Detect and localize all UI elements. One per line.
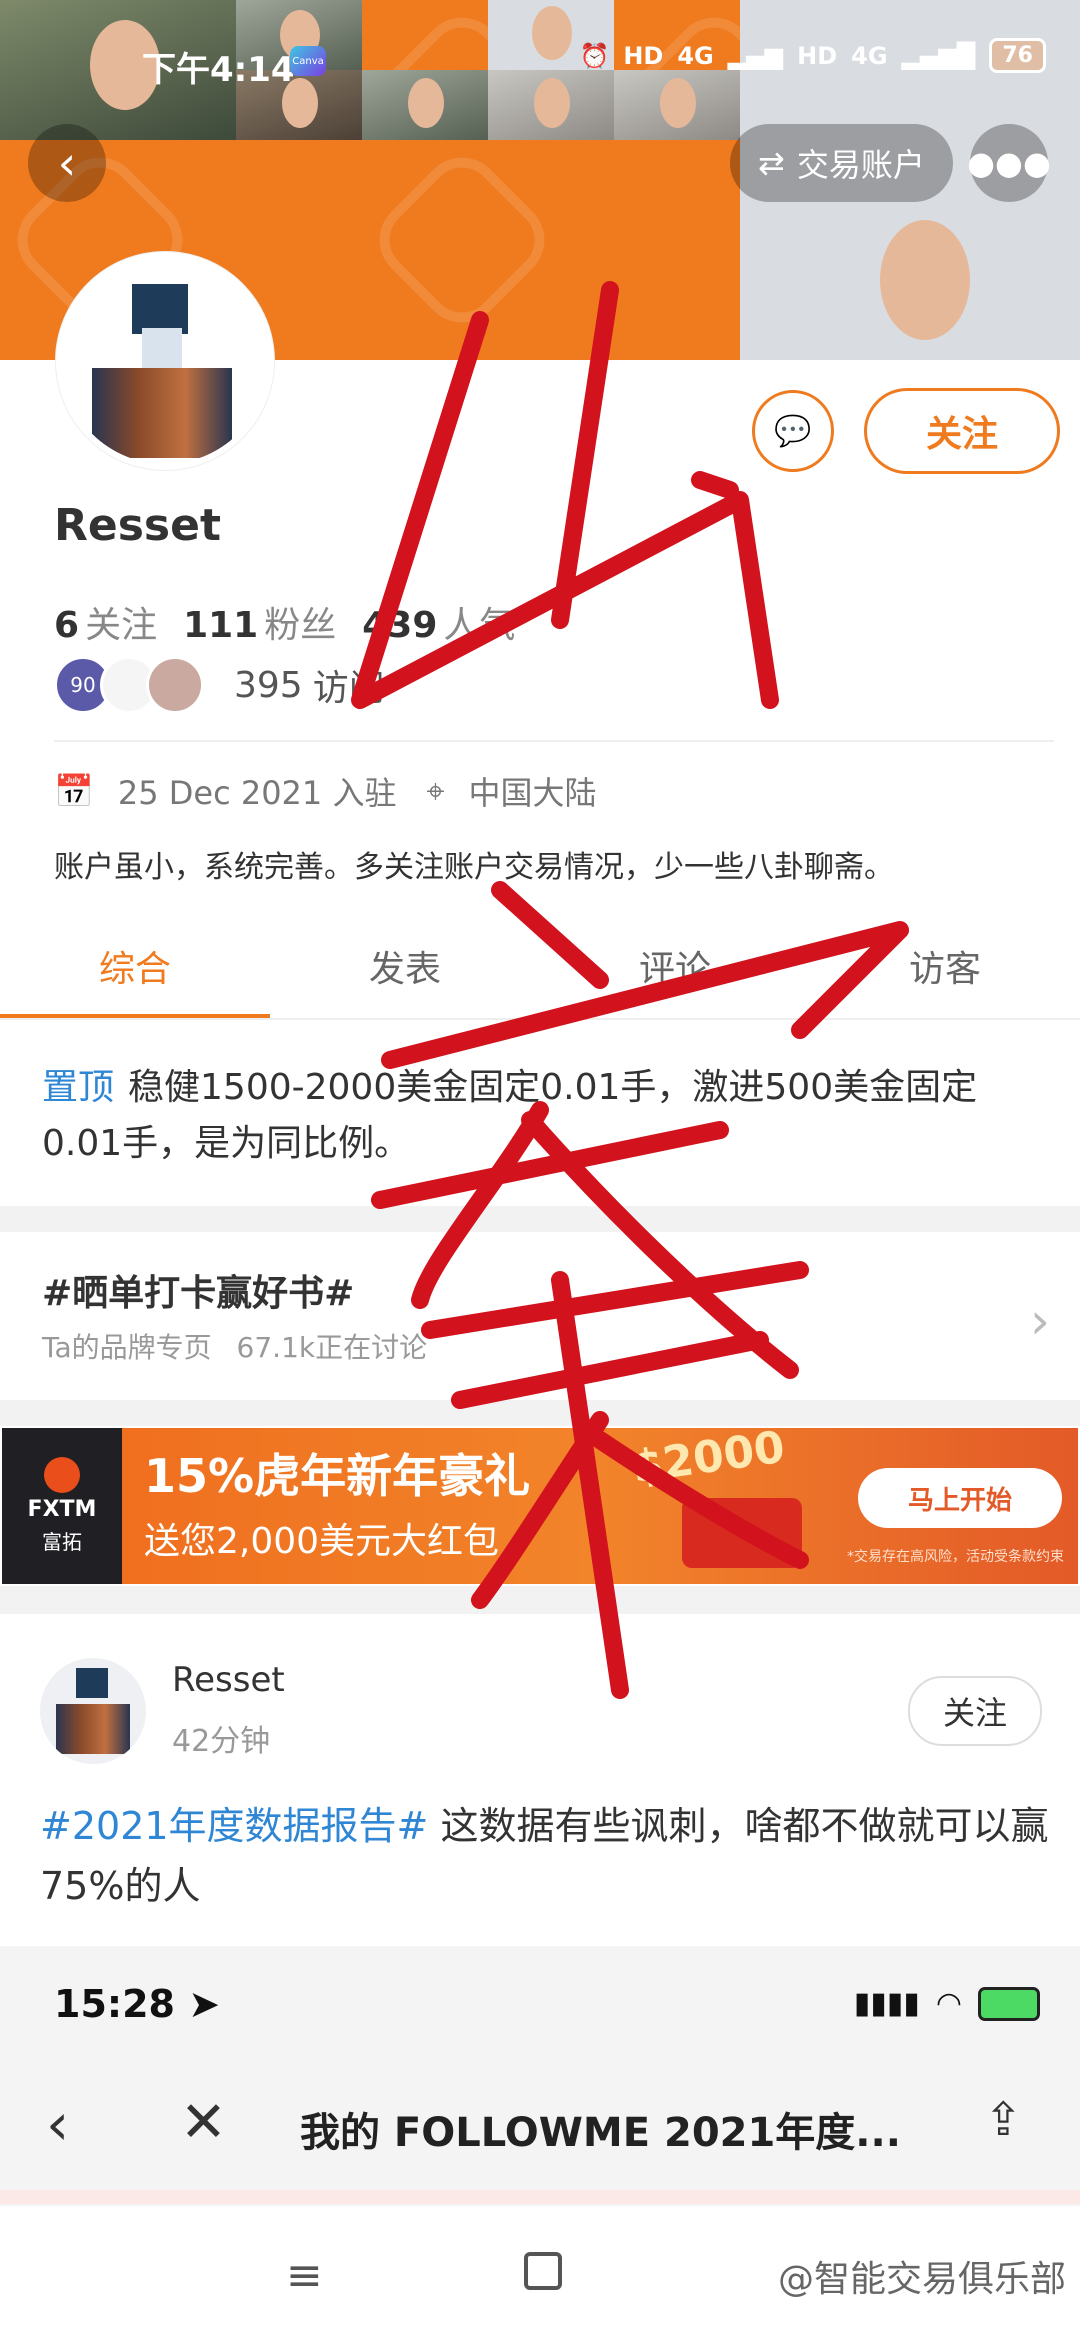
ad-subtitle: 送您2,000美元大红包 (144, 1521, 500, 1562)
home-square-icon[interactable] (524, 2252, 562, 2290)
menu-icon[interactable]: ≡ (286, 2250, 323, 2301)
battery-indicator: 76 (989, 38, 1046, 73)
more-button[interactable]: ●●● (967, 124, 1051, 202)
share-icon[interactable]: ⇪ (984, 2092, 1023, 2146)
ad-amount: $2000 (629, 1428, 788, 1494)
topic-subtitle: Ta的品牌专页 67.1k正在讨论 (42, 1326, 427, 1366)
fans-stat[interactable]: 111 粉丝 (183, 596, 336, 648)
network-label: 4G (677, 41, 714, 70)
back-chevron-icon[interactable]: ‹ (46, 2090, 69, 2158)
embedded-page-title: 我的 FOLLOWME 2021年度... (300, 2110, 901, 2156)
joined-date: 25 Dec 2021 入驻 (117, 774, 397, 812)
banner-photo (488, 70, 614, 140)
embedded-page-edge (0, 2190, 1080, 2204)
profile-bio: 账户虽小，系统完善。多关注账户交易情况，少一些八卦聊斋。 (54, 850, 894, 885)
location-text: 中国大陆 (468, 774, 597, 812)
scribble-stroke (691, 471, 739, 499)
profile-stats: 6 关注 111 粉丝 439 人气 (54, 596, 515, 648)
profile-name: Resset (54, 500, 221, 551)
battery-charging-icon (978, 1986, 1040, 2021)
chat-bubble-icon: 💬 (774, 413, 812, 449)
visits-count: 395 (234, 664, 303, 706)
post-content[interactable]: #2021年度数据报告# 这数据有些讽刺，啥都不做就可以赢75%的人 (40, 1796, 1050, 1916)
hd-badge-2: HD (797, 41, 838, 70)
banner-pattern (362, 140, 740, 360)
trade-account-label: 交易账户 (796, 146, 925, 184)
canva-app-icon: Canva (290, 46, 326, 76)
back-arrow-icon: ‹ (57, 136, 77, 190)
follow-button[interactable]: 关注 (864, 388, 1060, 474)
alarm-icon: ⏰ (579, 41, 610, 70)
tab-visitors[interactable]: 访客 (810, 930, 1080, 1020)
post-follow-button[interactable]: 关注 (908, 1676, 1042, 1746)
signal-icon: ▂▄▆ (727, 41, 784, 70)
location-arrow-icon: ➤ (188, 1982, 221, 2026)
hd-badge: HD (623, 41, 664, 70)
section-gap (0, 1586, 1080, 1614)
network-label-2: 4G (851, 41, 888, 70)
embedded-status-time: 15:28 ➤ (54, 1982, 221, 2026)
divider (0, 1018, 1080, 1020)
red-envelope-icon (682, 1498, 802, 1568)
location-pin-icon: ⌖ (426, 771, 445, 810)
signal-icon-2: ▂▄▆█ (901, 41, 976, 70)
post-author-name[interactable]: Resset (172, 1660, 285, 1700)
ad-cta-button[interactable]: 马上开始 (858, 1468, 1062, 1528)
ad-title: 15%虎年新年豪礼 (144, 1449, 531, 1503)
visits-label: 访问 (312, 668, 385, 709)
banner-photo (362, 70, 488, 140)
profile-avatar[interactable] (56, 252, 274, 470)
cell-signal-icon: ▮▮▮▮ (853, 1986, 920, 2021)
embedded-status-icons: ▮▮▮▮ ◠ (854, 1986, 1040, 2021)
following-stat[interactable]: 6 关注 (54, 596, 157, 648)
fxtm-brand-cn: 富拓 (42, 1530, 82, 1554)
scribble-stroke (451, 1331, 769, 1409)
trade-account-button[interactable]: ⇄ 交易账户 (730, 124, 953, 202)
pinned-post[interactable]: 置顶 稳健1500-2000美金固定0.01手，激进500美金固定0.01手，是为… (42, 1060, 1042, 1172)
tab-posts[interactable]: 发表 (270, 930, 540, 1020)
visitor-avatar (146, 656, 204, 714)
status-icons: ⏰ HD 4G ▂▄▆ HD 4G ▂▄▆█ 76 (579, 38, 1046, 73)
wifi-icon: ◠ (935, 1986, 962, 2021)
pinned-tag: 置顶 (42, 1067, 115, 1108)
close-icon[interactable]: ✕ (180, 2090, 227, 2155)
message-button[interactable]: 💬 (752, 390, 834, 472)
post-time: 42分钟 (172, 1724, 271, 1759)
visitors-row[interactable]: 90 395 访问 (54, 656, 385, 714)
back-button[interactable]: ‹ (28, 124, 106, 202)
fxtm-logo-icon (44, 1457, 80, 1493)
section-gap (0, 1400, 1080, 1426)
profile-meta: 📅 25 Dec 2021 入驻 ⌖ 中国大陆 (54, 768, 597, 814)
tab-overview[interactable]: 综合 (0, 930, 270, 1020)
more-dots-icon: ●●● (967, 144, 1051, 182)
topic-title[interactable]: #晒单打卡赢好书# (42, 1264, 354, 1316)
swap-icon: ⇄ (758, 144, 785, 182)
banner-photo (614, 70, 740, 140)
ad-disclaimer: *交易存在高风险，活动受条款约束 (847, 1549, 1064, 1565)
calendar-icon: 📅 (54, 772, 94, 810)
ad-banner[interactable]: FXTM 富拓 15%虎年新年豪礼 送您2,000美元大红包 $2000 马上开… (2, 1428, 1078, 1584)
post-author-avatar[interactable] (40, 1658, 146, 1764)
divider (54, 740, 1054, 742)
fxtm-logo: FXTM 富拓 (2, 1428, 122, 1584)
status-time: 下午4:14 (142, 50, 295, 90)
scribble-stroke (421, 1261, 809, 1339)
section-gap (0, 1206, 1080, 1232)
chevron-right-icon[interactable]: › (1030, 1292, 1050, 1350)
fxtm-brand: FXTM (27, 1497, 97, 1522)
post-hashtag[interactable]: #2021年度数据报告# (40, 1804, 428, 1848)
watermark: @智能交易俱乐部 (777, 2259, 1066, 2300)
popularity-stat: 439 人气 (362, 605, 516, 646)
topic-discussion-count: 67.1k正在讨论 (236, 1331, 428, 1364)
tab-comments[interactable]: 评论 (540, 930, 810, 1020)
profile-tabs: 综合 发表 评论 访客 (0, 930, 1080, 1020)
pinned-text: 稳健1500-2000美金固定0.01手，激进500美金固定0.01手，是为同比… (42, 1067, 978, 1164)
topic-brand-label: Ta的品牌专页 (42, 1331, 212, 1364)
